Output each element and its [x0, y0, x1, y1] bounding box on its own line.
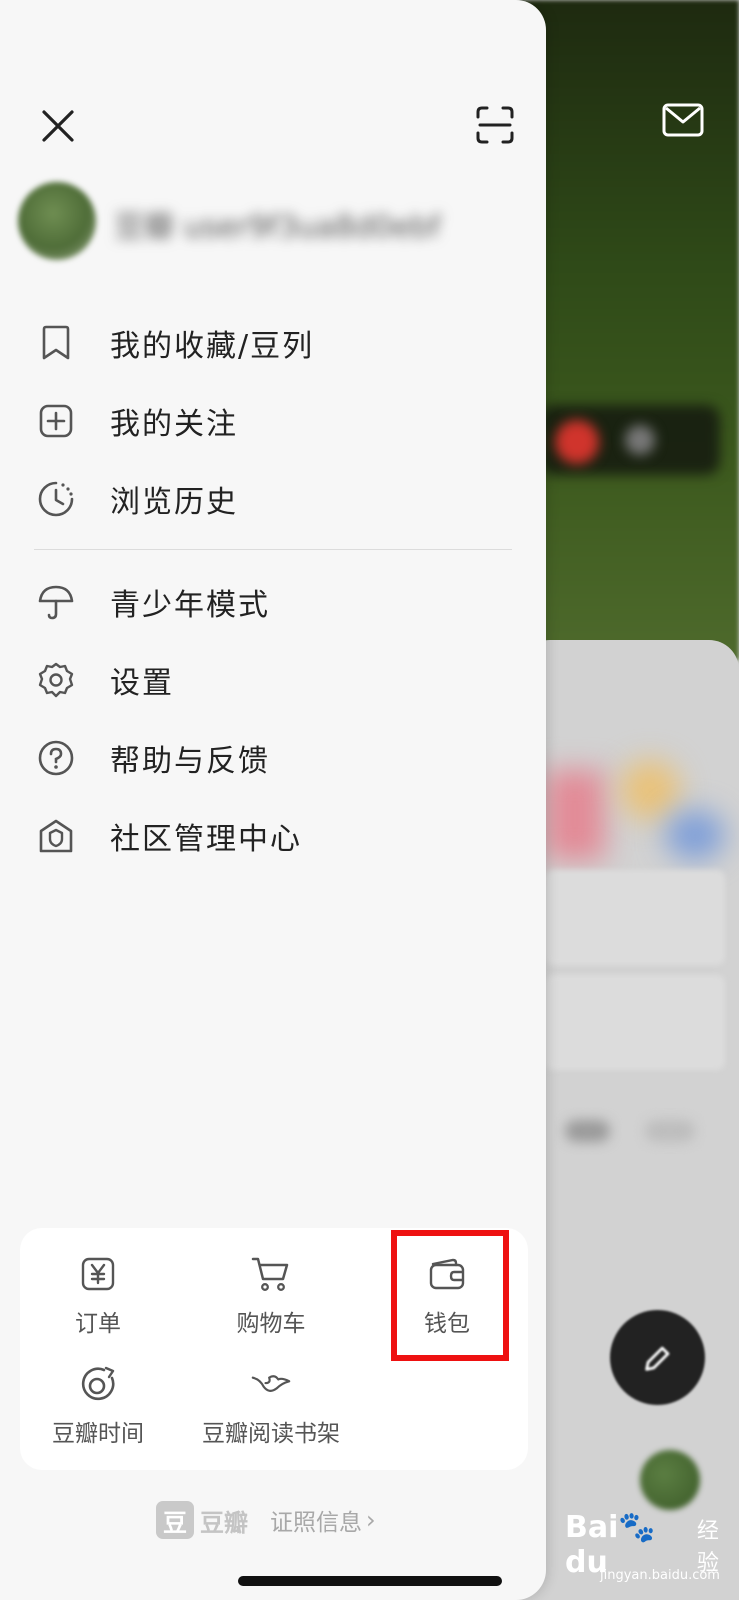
tool-douban-time[interactable]: 豆瓣时间 [13, 1360, 183, 1460]
menu-item-label: 帮助与反馈 [110, 744, 270, 779]
help-icon [36, 738, 76, 778]
background-blob [620, 760, 680, 820]
tool-label: 订单 [75, 1311, 121, 1337]
cart-icon [251, 1254, 291, 1294]
menu-item-label: 设置 [110, 666, 174, 701]
chevron-right-icon[interactable]: › [366, 1506, 376, 1534]
tool-douban-reading-shelf[interactable]: 豆瓣阅读书架 [186, 1360, 356, 1460]
bird-icon [251, 1364, 291, 1404]
scan-button[interactable] [474, 104, 516, 146]
menu-item-label: 我的收藏/豆列 [110, 329, 315, 364]
background-blob [545, 770, 605, 860]
menu-divider [34, 549, 512, 550]
background-red-dot [555, 420, 599, 464]
home-indicator[interactable] [238, 1576, 502, 1586]
avatar[interactable] [18, 182, 96, 260]
menu-item-history[interactable]: 浏览历史 [36, 469, 516, 529]
close-button[interactable] [38, 106, 78, 146]
background-blob [665, 810, 725, 860]
menu-item-favorites[interactable]: 我的收藏/豆列 [36, 313, 516, 373]
pencil-icon [644, 1346, 669, 1371]
username[interactable]: 豆瓣 user9f3ua8d0ebf [114, 202, 440, 246]
background-pill [565, 1120, 610, 1142]
tool-label: 豆瓣时间 [52, 1421, 144, 1447]
history-clock-icon [36, 479, 76, 519]
scan-icon [476, 106, 514, 144]
gear-icon [36, 660, 76, 700]
background-pill [645, 1120, 695, 1142]
order-yen-icon [78, 1254, 118, 1294]
douban-logo: 豆 [156, 1501, 194, 1539]
menu-item-settings[interactable]: 设置 [36, 650, 516, 710]
mail-icon[interactable] [662, 103, 704, 137]
tool-cart[interactable]: 购物车 [186, 1250, 356, 1350]
tool-orders[interactable]: 订单 [13, 1250, 183, 1350]
footer: 豆 豆瓣 证照信息 › [156, 1500, 376, 1540]
menu-item-community-center[interactable]: 社区管理中心 [36, 806, 516, 866]
douban-time-icon [78, 1364, 118, 1404]
compose-fab[interactable] [610, 1310, 705, 1405]
close-icon [42, 110, 74, 142]
background-row [545, 870, 725, 965]
menu-item-label: 社区管理中心 [110, 822, 302, 857]
menu-item-label: 我的关注 [110, 407, 238, 442]
menu-item-help-feedback[interactable]: 帮助与反馈 [36, 728, 516, 788]
side-drawer: 豆瓣 user9f3ua8d0ebf 我的收藏/豆列 我的关注 浏览历史 青少年… [0, 0, 546, 1600]
menu-item-teen-mode[interactable]: 青少年模式 [36, 572, 516, 632]
tool-label: 豆瓣阅读书架 [202, 1421, 340, 1447]
shield-house-icon [36, 816, 76, 856]
brand-name: 豆瓣 [200, 1508, 248, 1537]
tool-label: 购物车 [236, 1311, 306, 1337]
background-avatar [640, 1450, 700, 1510]
highlight-annotation [391, 1230, 509, 1361]
profile-header[interactable]: 豆瓣 user9f3ua8d0ebf [18, 182, 440, 262]
license-info-link[interactable]: 证照信息 [270, 1503, 362, 1537]
watermark-url: jingyan.baidu.com [600, 1568, 720, 1583]
menu-item-following[interactable]: 我的关注 [36, 391, 516, 451]
background-grey-dot [625, 425, 655, 455]
bookmark-icon [36, 323, 76, 363]
plus-square-icon [36, 401, 76, 441]
umbrella-icon [36, 582, 76, 622]
background-row [545, 975, 725, 1070]
menu-item-label: 青少年模式 [110, 588, 270, 623]
menu-item-label: 浏览历史 [110, 485, 238, 520]
